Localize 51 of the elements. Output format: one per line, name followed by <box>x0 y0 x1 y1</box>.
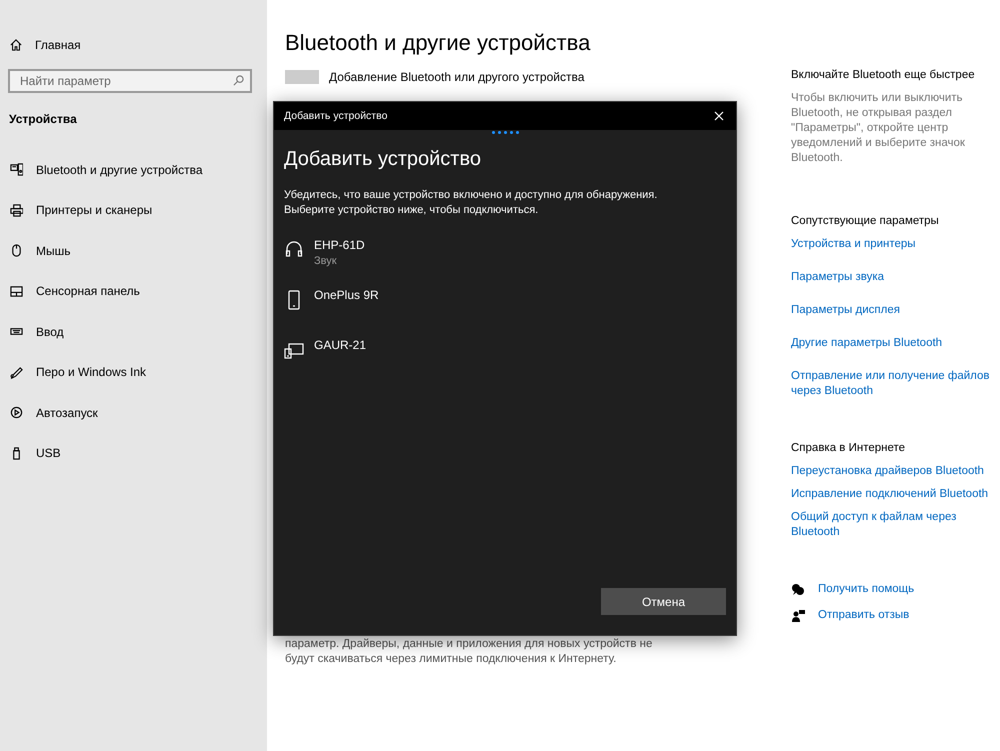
pen-icon <box>10 366 23 378</box>
chat-help-icon <box>791 582 805 596</box>
sidebar-item[interactable]: Мышь <box>0 242 267 259</box>
page-title: Bluetooth и другие устройства <box>285 30 592 57</box>
search-field[interactable]: Найти параметр <box>8 69 252 93</box>
related-link[interactable]: Параметры звука <box>791 270 996 285</box>
keyboard-icon <box>10 325 23 338</box>
device-item[interactable]: OnePlus 9R <box>284 288 726 338</box>
touchpad-icon <box>10 284 23 298</box>
section-heading: Устройства <box>9 112 78 128</box>
close-button[interactable] <box>712 109 726 123</box>
related-link[interactable]: Отправление или получение файлов через Bluetooth <box>791 369 996 399</box>
sidebar-item[interactable]: Принтеры и сканеры <box>0 202 267 218</box>
usb-icon <box>10 446 23 460</box>
device-item[interactable]: EHP-61D Звук <box>284 238 726 288</box>
search-icon <box>233 75 244 86</box>
autoplay-icon <box>10 406 23 419</box>
dialog-title: Добавить устройство <box>284 110 388 122</box>
related-link[interactable]: Параметры дисплея <box>791 303 996 318</box>
tip-text: Чтобы включить или выключить Bluetooth, не открывая раздел "Параметры", откройте центр уведомлений и выберите значок Bluetooth. <box>791 91 966 166</box>
metered-note: параметр. Драйверы, данные и приложения для новых устройств не будут скачиваться через лимитные подключения к Интернету. <box>285 637 654 667</box>
related-heading: Сопутствующие параметры <box>791 214 940 229</box>
dialog-description: Убедитесь, что ваше устройство включено и доступно для обнаружения. <box>284 188 658 202</box>
related-link[interactable]: Устройства и принтеры <box>791 237 996 252</box>
progress-dots-icon <box>492 131 518 134</box>
sidebar-item[interactable]: Ввод <box>0 323 267 340</box>
action-link[interactable]: Получить помощь <box>818 582 914 597</box>
devices-icon <box>10 163 23 176</box>
help-heading: Справка в Интернете <box>791 441 906 456</box>
sidebar-item[interactable]: Сенсорная панель <box>0 282 267 300</box>
tip-heading: Включайте Bluetooth еще быстрее <box>791 68 976 83</box>
add-device-button[interactable]: Добавление Bluetooth или другого устройства <box>285 70 584 84</box>
device-item[interactable]: GAUR-21 <box>284 338 726 388</box>
sidebar-item[interactable]: USB <box>0 444 267 462</box>
sidebar-item[interactable]: Перо и Windows Ink <box>0 364 267 380</box>
home-icon <box>10 38 22 50</box>
person-feedback-icon <box>791 608 805 622</box>
cancel-button[interactable]: Отмена <box>601 588 726 615</box>
close-icon <box>712 109 726 123</box>
related-link[interactable]: Другие параметры Bluetooth <box>791 336 996 351</box>
mouse-icon <box>10 244 23 257</box>
help-link[interactable]: Исправление подключений Bluetooth <box>791 487 996 502</box>
help-link[interactable]: Переустановка драйверов Bluetooth <box>791 464 996 479</box>
sidebar-item[interactable]: Bluetooth и другие устройства <box>0 161 267 178</box>
action-link[interactable]: Отправить отзыв <box>818 608 910 623</box>
dialog-heading: Добавить устройство <box>284 148 482 172</box>
help-link[interactable]: Общий доступ к файлам через Bluetooth <box>791 510 996 540</box>
dialog-description: Выберите устройство ниже, чтобы подключиться. <box>284 202 538 217</box>
sidebar-item[interactable]: Автозапуск <box>0 404 267 421</box>
printer-icon <box>10 204 23 216</box>
home-link[interactable]: Главная <box>0 36 267 53</box>
